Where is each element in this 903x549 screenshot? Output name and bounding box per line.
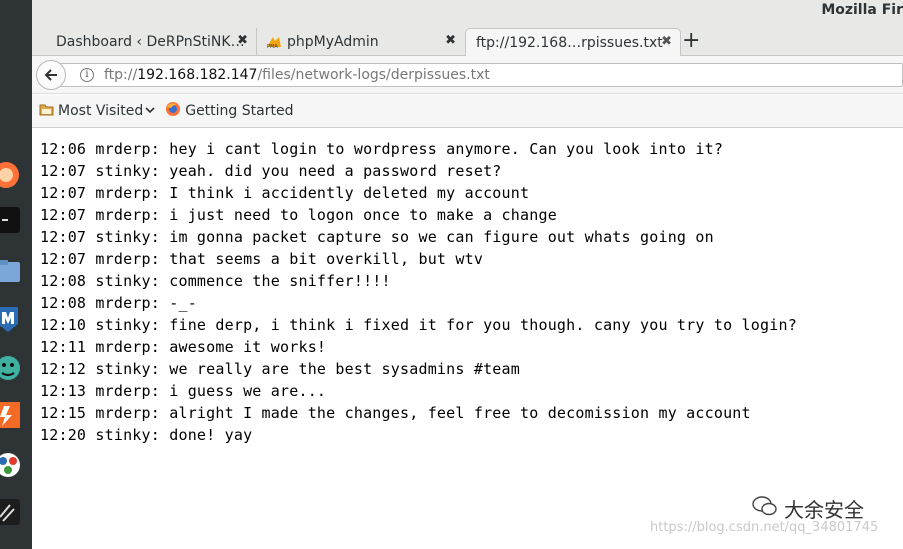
- maltego-dock-icon[interactable]: [0, 450, 22, 480]
- watermark-brand: 大余安全: [752, 494, 864, 523]
- close-icon[interactable]: ✖: [237, 33, 248, 48]
- text-file-content: 12:06 mrderp: hey i cant login to wordpr…: [32, 129, 903, 549]
- log-line: 12:11 mrderp: awesome it works!: [40, 338, 327, 356]
- log-line: 12:07 stinky: yeah. did you need a passw…: [40, 162, 502, 180]
- bookmark-getting-started[interactable]: Getting Started: [165, 101, 293, 121]
- url-host: 192.168.182.147: [137, 67, 258, 83]
- tab-dashboard[interactable]: Dashboard ‹ DeRPnStiNK… ✖: [46, 28, 256, 56]
- log-line: 12:07 mrderp: i just need to logon once …: [40, 206, 557, 224]
- log-line: 12:13 mrderp: i guess we are...: [40, 382, 327, 400]
- url-text[interactable]: ftp://192.168.182.147/files/network-logs…: [104, 67, 490, 83]
- back-button[interactable]: [36, 60, 66, 90]
- phpmyadmin-icon: PMA: [265, 35, 283, 50]
- browser-titlebar: Mozilla Fir Dashboard ‹ DeRPnStiNK… ✖ PM…: [32, 0, 903, 57]
- navigation-bar: i ftp://192.168.182.147/files/network-lo…: [32, 56, 903, 94]
- new-tab-button[interactable]: +: [682, 30, 700, 52]
- terminal-dock-icon[interactable]: [0, 205, 22, 235]
- firefox-dock-icon[interactable]: [0, 160, 22, 190]
- svg-text:PMA: PMA: [267, 44, 278, 49]
- wechat-icon: [752, 495, 778, 522]
- log-line: 12:08 mrderp: -_-: [40, 294, 197, 312]
- log-line: 12:10 stinky: fine derp, i think i fixed…: [40, 316, 797, 334]
- close-icon[interactable]: ✖: [445, 33, 456, 48]
- armitage-dock-icon[interactable]: [0, 353, 22, 383]
- log-line: 12:06 mrderp: hey i cant login to wordpr…: [40, 140, 724, 158]
- firefox-icon: [165, 101, 181, 121]
- tab-ftp-derpissues[interactable]: ftp://192.168…rpissues.txt ✖: [465, 28, 681, 57]
- burpsuite-dock-icon[interactable]: [0, 400, 22, 430]
- back-arrow-icon: [44, 69, 57, 81]
- metasploit-dock-icon[interactable]: [0, 304, 22, 334]
- log-line: 12:07 stinky: im gonna packet capture so…: [40, 228, 714, 246]
- tab-label: phpMyAdmin: [287, 34, 379, 50]
- url-scheme: ftp://: [104, 67, 138, 83]
- chevron-down-icon: [145, 103, 155, 119]
- bookmark-label: Most Visited: [58, 103, 144, 119]
- url-path: /files/network-logs/derpissues.txt: [257, 67, 490, 83]
- info-icon[interactable]: i: [80, 68, 94, 82]
- log-line: 12:15 mrderp: alright I made the changes…: [40, 404, 751, 422]
- log-line: 12:08 stinky: commence the sniffer!!!!: [40, 272, 391, 290]
- log-line: 12:20 stinky: done! yay: [40, 426, 253, 444]
- folder-icon: [39, 102, 54, 120]
- watermark-url: https://blog.csdn.net/qq_34801745: [650, 520, 879, 535]
- window-title: Mozilla Fir: [821, 2, 903, 18]
- app-dock: [0, 0, 32, 549]
- bookmarks-toolbar: Most Visited Getting Started: [32, 95, 903, 128]
- log-line: 12:07 mrderp: that seems a bit overkill,…: [40, 250, 484, 268]
- kali-tool-dock-icon[interactable]: [0, 497, 22, 527]
- bookmark-label: Getting Started: [185, 103, 294, 119]
- watermark-brand-text: 大余安全: [784, 498, 864, 522]
- files-dock-icon[interactable]: [0, 256, 22, 286]
- tab-phpmyadmin[interactable]: PMA phpMyAdmin ✖: [256, 28, 464, 56]
- tab-label: ftp://192.168…rpissues.txt: [476, 35, 663, 51]
- url-bar[interactable]: i ftp://192.168.182.147/files/network-lo…: [60, 63, 903, 87]
- tab-label: Dashboard ‹ DeRPnStiNK…: [56, 34, 245, 50]
- bookmark-most-visited[interactable]: Most Visited: [39, 102, 155, 120]
- log-line: 12:07 mrderp: I think i accidently delet…: [40, 184, 530, 202]
- close-icon[interactable]: ✖: [661, 34, 672, 49]
- log-line: 12:12 stinky: we really are the best sys…: [40, 360, 520, 378]
